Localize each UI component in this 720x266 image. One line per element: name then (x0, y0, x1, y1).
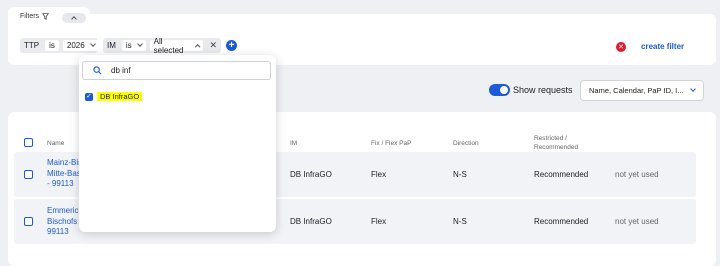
chevron-down-icon (136, 41, 143, 47)
chevron-down-icon (690, 86, 696, 92)
checkbox-checked-icon[interactable]: ✓ (85, 92, 93, 101)
name-line: Emmerich (47, 206, 84, 215)
header-name[interactable]: Name (47, 139, 64, 148)
columns-select-value: Name, Calendar, PaP ID, I... (589, 86, 684, 95)
filter-value: 2026 (66, 41, 85, 50)
filter-operator[interactable]: is (45, 40, 59, 51)
row-status: not yet used (615, 217, 659, 226)
name-line: Mainz-Bis (47, 158, 83, 167)
filter-operator: is (125, 41, 132, 50)
show-requests-toggle[interactable] (489, 84, 510, 96)
header-direction[interactable]: Direction (453, 139, 479, 148)
select-all-checkbox[interactable] (24, 138, 33, 147)
name-line: 99113 (47, 227, 69, 236)
funnel-icon (42, 13, 50, 20)
row-checkbox[interactable] (24, 170, 33, 179)
clear-filters-button[interactable]: ✕ (616, 42, 626, 52)
filters-label: Filters (20, 13, 40, 20)
create-filter-link[interactable]: create filter (641, 42, 684, 51)
show-requests-label: Show requests (513, 85, 573, 95)
row-direction: N-S (453, 170, 467, 179)
search-value: db inf (111, 66, 131, 75)
filter-field: TTP (24, 41, 40, 50)
header-pap[interactable]: Fix / Flex PaP (371, 139, 411, 148)
row-name-link[interactable]: Mainz-Bis Mitte-Bas - 99113 (47, 158, 82, 190)
remove-filter-icon[interactable]: ✕ (205, 40, 221, 51)
row-pap: Flex (371, 217, 387, 226)
dropdown-search-input[interactable]: db inf (82, 61, 271, 80)
filter-value: All selected (153, 36, 184, 55)
row-restricted: Recommended (534, 170, 589, 179)
filter-value-select[interactable]: All selected (149, 37, 204, 55)
chevron-up-icon (71, 16, 77, 22)
add-filter-button[interactable]: + (226, 40, 237, 51)
close-icon: ✕ (618, 43, 624, 51)
dropdown-option[interactable]: ✓ DB InfraGO (85, 92, 143, 101)
filters-header: Filters (20, 13, 50, 20)
name-line: Mitte-Bas (47, 168, 81, 178)
name-line: Bischofs (47, 216, 78, 226)
filter-field: IM (107, 41, 116, 50)
chevron-up-icon (194, 43, 201, 50)
chevron-down-icon (89, 41, 96, 47)
row-restricted: Recommended (534, 217, 589, 226)
row-im: DB InfraGO (290, 170, 332, 179)
im-dropdown-menu: db inf ✓ DB InfraGO (79, 55, 276, 232)
option-label: DB InfraGO (97, 92, 143, 101)
row-pap: Flex (371, 170, 387, 179)
header-restricted[interactable]: Restricted / Recommended (534, 134, 594, 152)
row-name-link[interactable]: Emmerich Bischofs 99113 (47, 206, 83, 238)
name-line: - 99113 (47, 179, 74, 188)
columns-select[interactable]: Name, Calendar, PaP ID, I... (580, 80, 704, 101)
plus-icon: + (228, 39, 235, 51)
filter-chip-im[interactable]: IM is All selected ✕ (103, 37, 221, 55)
filter-operator-select[interactable]: is (121, 40, 146, 51)
row-status: not yet used (615, 170, 659, 179)
row-direction: N-S (453, 217, 467, 226)
filter-chip-ttp[interactable]: TTP is 2026 (20, 38, 99, 53)
collapse-filters-button[interactable] (62, 13, 86, 23)
search-icon (93, 66, 102, 75)
row-checkbox[interactable] (24, 217, 33, 226)
filter-value-select[interactable]: 2026 (62, 40, 99, 51)
row-im: DB InfraGO (290, 217, 332, 226)
header-im[interactable]: IM (290, 139, 297, 148)
